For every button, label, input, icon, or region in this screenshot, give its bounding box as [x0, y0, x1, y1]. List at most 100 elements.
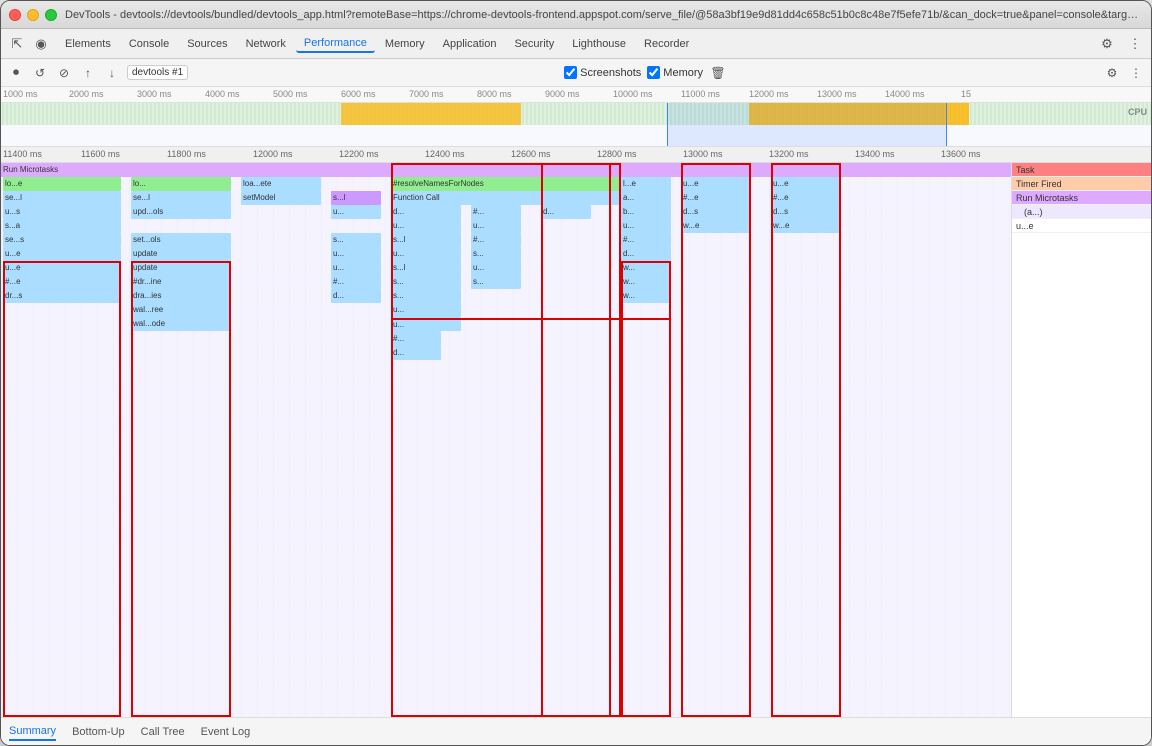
screenshots-checkbox-label[interactable]: Screenshots	[564, 66, 641, 79]
trash-icon[interactable]: 🗑	[709, 64, 727, 82]
tab-lighthouse[interactable]: Lighthouse	[564, 36, 634, 52]
tab-performance[interactable]: Performance	[296, 35, 375, 53]
bar-s6[interactable]: s...	[471, 275, 521, 289]
tab-application[interactable]: Application	[435, 36, 505, 52]
bar-u-center[interactable]: u...	[391, 219, 461, 233]
bar-loa-ete[interactable]: loa...ete	[241, 177, 321, 191]
bar-d-fr2[interactable]: d...s	[771, 205, 841, 219]
bar-se-l[interactable]: se...l	[3, 191, 121, 205]
bar-s4-center[interactable]: s...	[391, 289, 461, 303]
more2-icon[interactable]: ⋮	[1127, 64, 1145, 82]
settings-icon[interactable]: ⚙	[1095, 32, 1119, 56]
bar-u-right2[interactable]: u...	[621, 219, 671, 233]
clear-button[interactable]: ⊘	[55, 64, 73, 82]
bar-wal-ree[interactable]: wal...ree	[131, 303, 231, 317]
bar-u-fr2[interactable]: u...e	[771, 177, 841, 191]
upload-button[interactable]: ↑	[79, 64, 97, 82]
flame-outer[interactable]: Run Microtasks lo...e lo... loa...ete se…	[1, 163, 1151, 717]
bar-se-s[interactable]: se...s	[3, 233, 121, 247]
tab-recorder[interactable]: Recorder	[636, 36, 697, 52]
bottom-tab-calltree[interactable]: Call Tree	[141, 724, 185, 740]
bar-s2-center[interactable]: s...l	[391, 261, 461, 275]
bar-u2-center[interactable]: u...	[391, 247, 461, 261]
inspect-icon[interactable]: ◉	[29, 32, 53, 56]
target-select[interactable]: devtools #1	[127, 65, 188, 80]
tab-elements[interactable]: Elements	[57, 36, 119, 52]
memory-checkbox-label[interactable]: Memory	[647, 66, 703, 79]
bar-u-s[interactable]: u...s	[3, 205, 121, 219]
settings2-icon[interactable]: ⚙	[1103, 64, 1121, 82]
bar-dra-ies[interactable]: dra...ies	[131, 289, 231, 303]
bottom-tab-summary[interactable]: Summary	[9, 723, 56, 741]
bar-u7-sel[interactable]: u...	[391, 318, 441, 332]
record-button[interactable]: ⏺	[7, 64, 25, 82]
bar-lo-e[interactable]: lo...e	[3, 177, 121, 191]
bar-u4[interactable]: u...	[331, 261, 381, 275]
tab-network[interactable]: Network	[238, 36, 294, 52]
bar-u-far-right[interactable]: u...e	[681, 177, 751, 191]
bar-w2-right2[interactable]: w...	[621, 275, 671, 289]
bar-set-ols[interactable]: set...ols	[131, 233, 231, 247]
bar-hash-e[interactable]: #...e	[3, 275, 121, 289]
bar-a-right[interactable]: a...	[621, 191, 671, 205]
bar-s3-center[interactable]: s...	[391, 275, 461, 289]
bar-hash-center[interactable]: #...	[471, 205, 521, 219]
bar-hash3-sel[interactable]: #...	[391, 332, 441, 346]
bar-w3-right2[interactable]: w...	[621, 289, 671, 303]
minimize-button[interactable]	[27, 9, 39, 21]
bar-u3-center[interactable]: u...	[391, 303, 461, 317]
bar-hash-dr-ine[interactable]: #dr...ine	[131, 275, 231, 289]
bar-dr-s[interactable]: dr...s	[3, 289, 121, 303]
flame-chart[interactable]: Run Microtasks lo...e lo... loa...ete se…	[1, 163, 1011, 717]
bar-s-center[interactable]: s...l	[391, 233, 461, 247]
more-icon[interactable]: ⋮	[1123, 32, 1147, 56]
bar-wal-ode[interactable]: wal...ode	[131, 317, 231, 331]
memory-checkbox[interactable]	[647, 66, 660, 79]
timeline-overview[interactable]: 1000 ms 2000 ms 3000 ms 4000 ms 5000 ms …	[1, 87, 1151, 147]
bar-w-far-right[interactable]: w...e	[681, 219, 751, 233]
bar-s-l[interactable]: s...l	[331, 191, 381, 205]
bar-d2[interactable]: d...	[331, 289, 381, 303]
tab-sources[interactable]: Sources	[179, 36, 235, 52]
tab-security[interactable]: Security	[506, 36, 562, 52]
bar-upd-ols[interactable]: upd...ols	[131, 205, 231, 219]
bar-b-right[interactable]: b...	[621, 205, 671, 219]
bar-d-far-right[interactable]: d...s	[681, 205, 751, 219]
bar-u6[interactable]: u...	[471, 261, 521, 275]
bar-setModel[interactable]: setModel	[241, 191, 321, 205]
tab-console[interactable]: Console	[121, 36, 177, 52]
bar-d-right2[interactable]: d...	[621, 247, 671, 261]
bar-w-right2[interactable]: w...	[621, 261, 671, 275]
bar-hash-fr2[interactable]: #...e	[771, 191, 841, 205]
close-button[interactable]	[9, 9, 21, 21]
bar-lo2[interactable]: lo...	[131, 177, 231, 191]
bar-hash2[interactable]: #...	[331, 275, 381, 289]
bar-w-fr2[interactable]: w...e	[771, 219, 841, 233]
bar-d3-sel[interactable]: d...	[391, 346, 441, 360]
bar-u3[interactable]: u...	[331, 247, 381, 261]
bottom-tab-bottomup[interactable]: Bottom-Up	[72, 724, 125, 740]
bar-u-e[interactable]: u...e	[3, 247, 121, 261]
bottom-tab-eventlog[interactable]: Event Log	[201, 724, 251, 740]
bar-hash-right2[interactable]: #...	[621, 233, 671, 247]
bar-d-center[interactable]: d...	[391, 205, 461, 219]
tab-memory[interactable]: Memory	[377, 36, 433, 52]
bar-u2[interactable]: u...	[331, 205, 381, 219]
bar-u-e2[interactable]: u...e	[3, 261, 121, 275]
bar-hash2-center[interactable]: #...	[471, 233, 521, 247]
bar-d-right-c[interactable]: d...	[541, 205, 591, 219]
bar-s-a[interactable]: s...a	[3, 219, 121, 233]
bar-update2[interactable]: update	[131, 261, 231, 275]
download-button[interactable]: ↓	[103, 64, 121, 82]
pointer-icon[interactable]: ⇱	[5, 32, 29, 56]
maximize-button[interactable]	[45, 9, 57, 21]
bar-s5[interactable]: s...	[471, 247, 521, 261]
bar-s2[interactable]: s...	[331, 233, 381, 247]
bar-se2-l[interactable]: se...l	[131, 191, 231, 205]
bar-hash-far-right[interactable]: #...e	[681, 191, 751, 205]
bar-update[interactable]: update	[131, 247, 231, 261]
screenshots-checkbox[interactable]	[564, 66, 577, 79]
reload-record-button[interactable]: ↺	[31, 64, 49, 82]
bar-u5[interactable]: u...	[471, 219, 521, 233]
bar-l-right[interactable]: l...e	[621, 177, 671, 191]
